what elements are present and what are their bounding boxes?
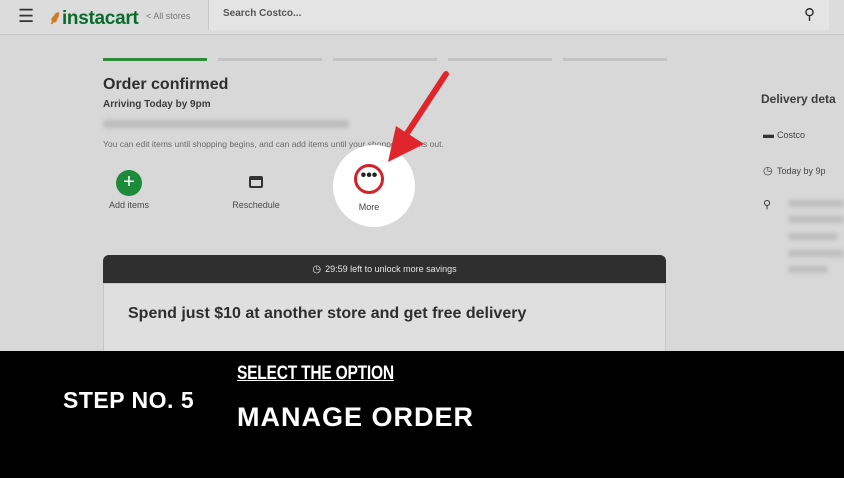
store-icon: ▬ bbox=[763, 129, 774, 141]
step-number: STEP NO. 5 bbox=[63, 387, 195, 413]
location-row: ⚲ bbox=[763, 198, 777, 211]
promo-headline: Spend just $10 at another store and get … bbox=[128, 305, 527, 322]
arrow-shaft bbox=[401, 71, 449, 141]
promo-card[interactable]: Spend just $10 at another store and get … bbox=[103, 283, 666, 351]
blurred-address-line bbox=[788, 216, 844, 223]
store-row: ▬ Costco bbox=[763, 129, 805, 141]
instacart-screenshot: ☰ ⸙instacart < All stores Search Costco.… bbox=[0, 0, 844, 351]
time-row: ◷ Today by 9p bbox=[763, 164, 826, 177]
store-name: Costco bbox=[777, 130, 806, 140]
delivery-details-title: Delivery deta bbox=[761, 92, 836, 106]
option-name: MANAGE ORDER bbox=[237, 402, 475, 432]
instruction-text: SELECT THE OPTION bbox=[237, 363, 394, 384]
delivery-time: Today by 9p bbox=[777, 166, 826, 176]
timer-text: 29:59 left to unlock more savings bbox=[325, 264, 457, 274]
clock-icon: ◷ bbox=[763, 165, 773, 177]
blurred-address-line bbox=[788, 250, 844, 257]
location-pin-icon: ⚲ bbox=[763, 199, 772, 211]
blurred-address-line bbox=[788, 266, 828, 273]
blurred-address-line bbox=[788, 233, 838, 240]
clock-icon: ◷ bbox=[312, 264, 322, 275]
savings-timer-bar: ◷ 29:59 left to unlock more savings bbox=[103, 255, 666, 283]
blurred-address-line bbox=[788, 200, 844, 207]
